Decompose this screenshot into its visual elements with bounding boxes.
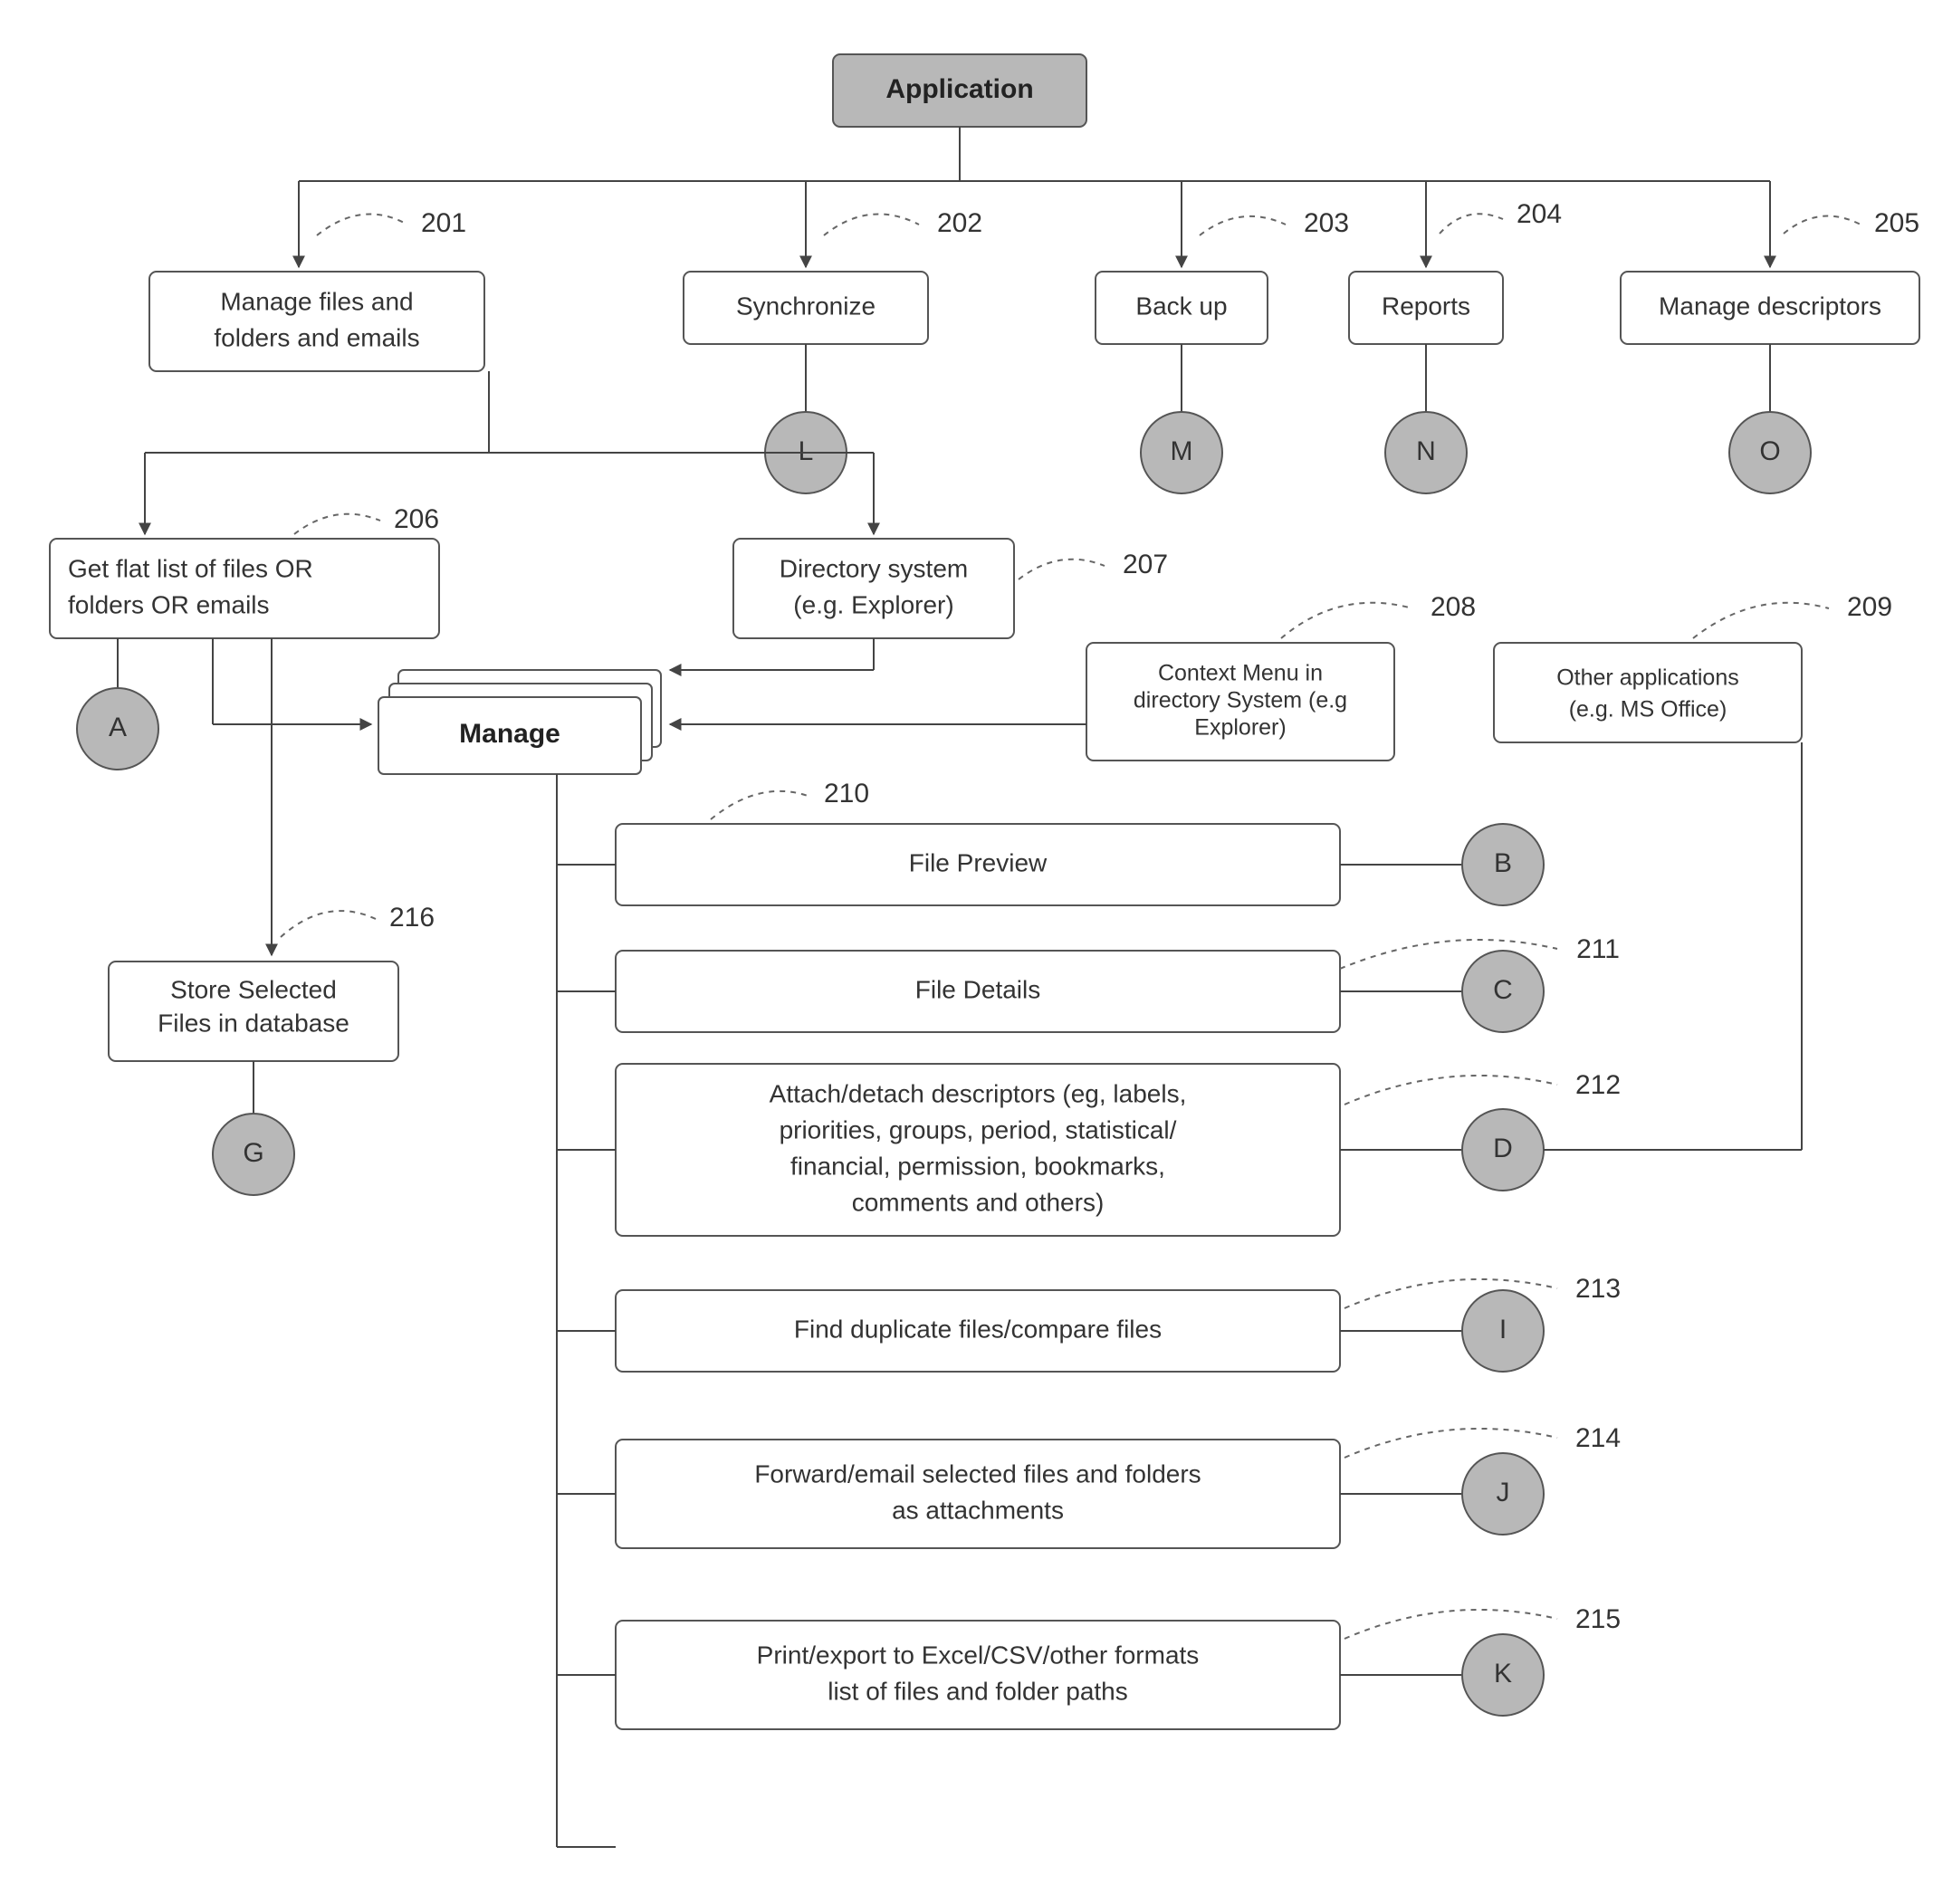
n208-line1: Context Menu in: [1158, 661, 1323, 686]
n203-line1: Back up: [1135, 292, 1227, 320]
n209-line1: Other applications: [1556, 665, 1739, 691]
n206-line2: folders OR emails: [68, 590, 270, 618]
circle-G: G: [243, 1138, 263, 1168]
n212-l4: comments and others): [852, 1188, 1105, 1216]
circle-J: J: [1497, 1478, 1510, 1507]
n209-line2: (e.g. MS Office): [1569, 697, 1727, 722]
circle-I: I: [1499, 1315, 1507, 1344]
flowchart: Application 201 202 203 204 205 Manage f…: [0, 0, 1933, 1904]
manage-label: Manage: [459, 719, 560, 749]
n208-line3: Explorer): [1194, 715, 1286, 741]
label-207: 207: [1123, 550, 1168, 579]
label-206: 206: [394, 504, 439, 534]
n214-l1: Forward/email selected files and folders: [754, 1459, 1201, 1488]
n201-line2: folders and emails: [214, 323, 419, 351]
circle-B: B: [1494, 848, 1512, 878]
label-203: 203: [1304, 208, 1349, 238]
n206-line1: Get flat list of files OR: [68, 554, 313, 582]
label-202: 202: [937, 208, 982, 238]
label-209: 209: [1847, 592, 1892, 622]
n208-line2: directory System (e.g: [1134, 688, 1347, 713]
circle-A: A: [109, 713, 127, 742]
n215-l1: Print/export to Excel/CSV/other formats: [757, 1641, 1200, 1669]
circle-C: C: [1493, 975, 1513, 1005]
label-211: 211: [1576, 934, 1620, 964]
n215-l2: list of files and folder paths: [828, 1677, 1128, 1705]
circle-L: L: [799, 436, 814, 466]
label-205: 205: [1874, 208, 1919, 238]
n207-line2: (e.g. Explorer): [793, 590, 953, 618]
n202-line1: Synchronize: [736, 292, 876, 320]
n212-l3: financial, permission, bookmarks,: [790, 1152, 1165, 1180]
n216-line2: Files in database: [158, 1009, 349, 1037]
n212-l1: Attach/detach descriptors (eg, labels,: [770, 1079, 1187, 1107]
n216-line1: Store Selected: [170, 975, 337, 1003]
circle-N: N: [1416, 436, 1436, 466]
n212-l2: priorities, groups, period, statistical/: [780, 1115, 1177, 1143]
label-214: 214: [1575, 1423, 1621, 1453]
n205-line1: Manage descriptors: [1659, 292, 1881, 320]
n201-line1: Manage files and: [220, 287, 413, 315]
label-204: 204: [1517, 199, 1562, 229]
n211-text: File Details: [915, 975, 1040, 1003]
label-213: 213: [1575, 1274, 1621, 1304]
circle-M: M: [1171, 436, 1193, 466]
label-216: 216: [389, 903, 435, 933]
n214-l2: as attachments: [892, 1496, 1064, 1524]
n204-line1: Reports: [1382, 292, 1470, 320]
label-215: 215: [1575, 1604, 1621, 1634]
label-212: 212: [1575, 1070, 1621, 1100]
n207-line1: Directory system: [780, 554, 968, 582]
label-201: 201: [421, 208, 466, 238]
circle-K: K: [1494, 1659, 1512, 1689]
n210-text: File Preview: [909, 848, 1048, 876]
n213-text: Find duplicate files/compare files: [794, 1315, 1162, 1343]
root-label: Application: [885, 74, 1033, 104]
label-208: 208: [1431, 592, 1476, 622]
circle-O: O: [1759, 436, 1780, 466]
circle-D: D: [1493, 1134, 1513, 1163]
label-210: 210: [824, 779, 869, 808]
